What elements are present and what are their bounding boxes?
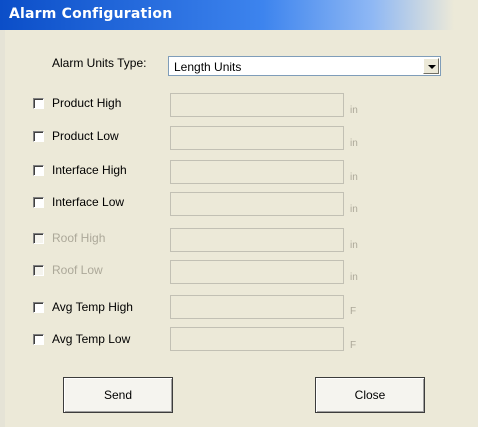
roof-low-checkbox [33, 265, 44, 276]
avg-temp-high-unit: F [350, 306, 357, 317]
product-high-unit: in [350, 105, 358, 116]
roof-low-unit: in [350, 272, 358, 283]
product-high-checkbox[interactable] [33, 98, 44, 109]
avg-temp-high-label: Avg Temp High [52, 300, 133, 314]
product-low-field[interactable] [170, 126, 344, 150]
send-button[interactable]: Send [63, 377, 173, 413]
roof-high-checkbox [33, 233, 44, 244]
avg-temp-high-checkbox[interactable] [33, 302, 44, 313]
avg-temp-high-field[interactable] [170, 295, 344, 319]
product-low-checkbox[interactable] [33, 131, 44, 142]
product-low-label: Product Low [52, 129, 119, 143]
roof-low-label: Roof Low [52, 263, 103, 277]
interface-high-field[interactable] [170, 160, 344, 184]
product-high-field[interactable] [170, 93, 344, 117]
alarm-units-select[interactable]: Length Units [168, 56, 441, 76]
product-low-unit: in [350, 138, 358, 149]
window-left-edge [0, 30, 5, 427]
interface-low-unit: in [350, 204, 358, 215]
interface-low-label: Interface Low [52, 195, 125, 209]
alarm-units-value: Length Units [174, 60, 242, 74]
window-title: Alarm Configuration [9, 6, 173, 22]
roof-high-unit: in [350, 240, 358, 251]
product-high-label: Product High [52, 96, 122, 110]
roof-low-field [170, 260, 344, 284]
avg-temp-low-checkbox[interactable] [33, 334, 44, 345]
interface-low-checkbox[interactable] [33, 197, 44, 208]
avg-temp-low-field[interactable] [170, 327, 344, 351]
roof-high-field [170, 228, 344, 252]
interface-low-field[interactable] [170, 192, 344, 216]
interface-high-label: Interface High [52, 163, 127, 177]
avg-temp-low-unit: F [350, 340, 357, 351]
interface-high-checkbox[interactable] [33, 165, 44, 176]
interface-high-unit: in [350, 172, 358, 183]
alarm-units-label: Alarm Units Type: [52, 56, 147, 70]
chevron-down-icon[interactable] [423, 58, 439, 74]
roof-high-label: Roof High [52, 231, 106, 245]
title-bar[interactable]: Alarm Configuration [0, 0, 478, 30]
avg-temp-low-label: Avg Temp Low [52, 332, 131, 346]
close-button[interactable]: Close [315, 377, 425, 413]
